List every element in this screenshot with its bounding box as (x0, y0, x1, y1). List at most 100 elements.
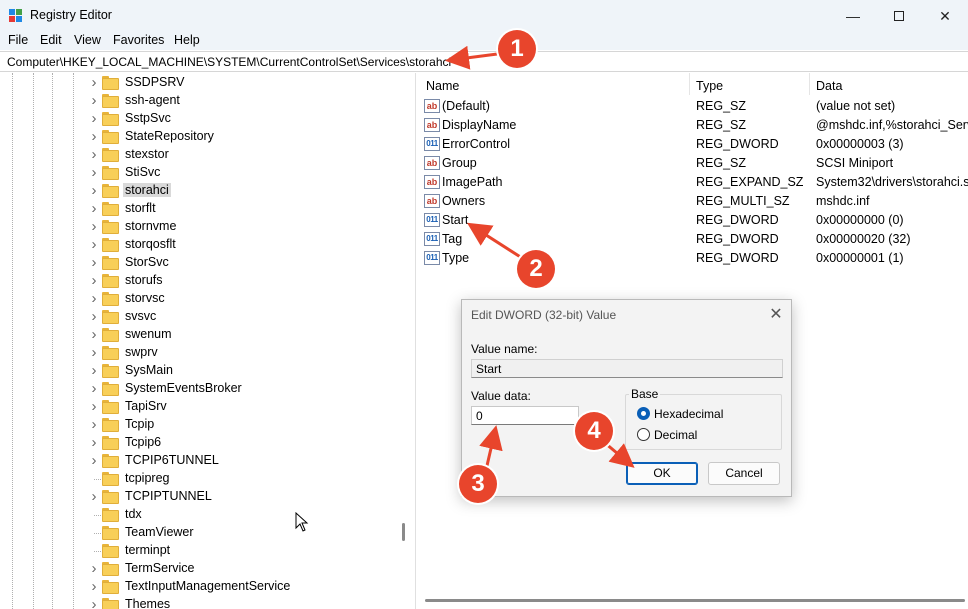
tree-item[interactable]: tdx (0, 506, 400, 524)
tree-item[interactable]: › storahci (0, 182, 400, 200)
tree-item[interactable]: › Tcpip6 (0, 434, 400, 452)
tree-item-label[interactable]: storufs (123, 273, 165, 287)
tree-item-label[interactable]: ssh-agent (123, 93, 182, 107)
menu-file[interactable]: File (8, 33, 28, 47)
tree-item[interactable]: › svsvc (0, 308, 400, 326)
tree-item[interactable]: › TCPIP6TUNNEL (0, 452, 400, 470)
tree-item-label[interactable]: StiSvc (123, 165, 162, 179)
tree-item[interactable]: › SSDPSRV (0, 74, 400, 92)
tree-item-label[interactable]: terminpt (123, 543, 172, 557)
chevron-right-icon[interactable]: › (88, 201, 100, 216)
tree-item[interactable]: › StiSvc (0, 164, 400, 182)
tree-item-label[interactable]: SSDPSRV (123, 75, 187, 89)
chevron-right-icon[interactable]: › (88, 435, 100, 450)
value-name-field[interactable]: Start (471, 359, 783, 378)
tree-item[interactable]: › swprv (0, 344, 400, 362)
tree-item-label[interactable]: StorSvc (123, 255, 171, 269)
tree-item-label[interactable]: StateRepository (123, 129, 216, 143)
list-horizontal-scrollbar-thumb[interactable] (425, 599, 965, 602)
chevron-right-icon[interactable]: › (88, 93, 100, 108)
tree-item[interactable]: › ssh-agent (0, 92, 400, 110)
chevron-right-icon[interactable]: › (88, 219, 100, 234)
tree-item-label[interactable]: Tcpip6 (123, 435, 163, 449)
tree-item-label[interactable]: stexstor (123, 147, 171, 161)
tree-item[interactable]: › SstpSvc (0, 110, 400, 128)
value-row[interactable]: 011 Type REG_DWORD 0x00000001 (1) (419, 249, 968, 268)
tree-item[interactable]: › stexstor (0, 146, 400, 164)
tree-item[interactable]: › swenum (0, 326, 400, 344)
key-tree[interactable]: › SSDPSRV › ssh-agent › SstpSvc › StateReposito… (0, 73, 416, 609)
chevron-right-icon[interactable]: › (88, 291, 100, 306)
hexadecimal-radio[interactable] (637, 407, 650, 420)
tree-item[interactable]: › storqosflt (0, 236, 400, 254)
column-separator[interactable] (689, 73, 690, 95)
chevron-right-icon[interactable]: › (88, 129, 100, 144)
tree-item-label[interactable]: tcpipreg (123, 471, 171, 485)
dialog-close-button[interactable]: ✕ (766, 305, 786, 325)
tree-item-label[interactable]: TeamViewer (123, 525, 196, 539)
tree-scrollbar-thumb[interactable] (402, 523, 405, 541)
close-button[interactable]: ✕ (922, 0, 968, 32)
chevron-right-icon[interactable]: › (88, 255, 100, 270)
decimal-radio[interactable] (637, 428, 650, 441)
tree-item[interactable]: › stornvme (0, 218, 400, 236)
tree-item[interactable]: › TapiSrv (0, 398, 400, 416)
tree-item[interactable]: › TextInputManagementService (0, 578, 400, 596)
chevron-right-icon[interactable]: › (88, 417, 100, 432)
tree-item[interactable]: › TCPIPTUNNEL (0, 488, 400, 506)
tree-item[interactable]: terminpt (0, 542, 400, 560)
tree-item[interactable]: › SystemEventsBroker (0, 380, 400, 398)
tree-item-label[interactable]: storahci (123, 183, 171, 197)
tree-item[interactable]: › SysMain (0, 362, 400, 380)
tree-item-label[interactable]: tdx (123, 507, 144, 521)
tree-item-label[interactable]: swprv (123, 345, 160, 359)
tree-item[interactable]: tcpipreg (0, 470, 400, 488)
chevron-right-icon[interactable]: › (88, 345, 100, 360)
tree-item-label[interactable]: swenum (123, 327, 174, 341)
chevron-right-icon[interactable]: › (88, 183, 100, 198)
tree-item-label[interactable]: svsvc (123, 309, 158, 323)
value-row[interactable]: ab ImagePath REG_EXPAND_SZ System32\drivers… (419, 173, 968, 192)
tree-item-label[interactable]: storflt (123, 201, 158, 215)
menu-help[interactable]: Help (174, 33, 200, 47)
value-row[interactable]: 011 Start REG_DWORD 0x00000000 (0) (419, 211, 968, 230)
tree-item[interactable]: TeamViewer (0, 524, 400, 542)
column-header-name[interactable]: Name (426, 79, 459, 93)
minimize-button[interactable]: — (830, 0, 876, 32)
chevron-right-icon[interactable]: › (88, 309, 100, 324)
chevron-right-icon[interactable]: › (88, 75, 100, 90)
chevron-right-icon[interactable]: › (88, 363, 100, 378)
value-row[interactable]: ab Group REG_SZ SCSI Miniport (419, 154, 968, 173)
tree-item-label[interactable]: stornvme (123, 219, 178, 233)
cancel-button[interactable]: Cancel (708, 462, 780, 485)
tree-item-label[interactable]: TCPIPTUNNEL (123, 489, 214, 503)
tree-item-label[interactable]: Tcpip (123, 417, 156, 431)
chevron-right-icon[interactable]: › (88, 273, 100, 288)
chevron-right-icon[interactable]: › (88, 561, 100, 576)
chevron-right-icon[interactable]: › (88, 597, 100, 609)
value-row[interactable]: ab Owners REG_MULTI_SZ mshdc.inf (419, 192, 968, 211)
value-row[interactable]: 011 ErrorControl REG_DWORD 0x00000003 (3) (419, 135, 968, 154)
maximize-button[interactable] (876, 0, 922, 32)
value-data-field[interactable]: 0 (471, 406, 579, 425)
chevron-right-icon[interactable]: › (88, 327, 100, 342)
value-row[interactable]: 011 Tag REG_DWORD 0x00000020 (32) (419, 230, 968, 249)
tree-item-label[interactable]: TCPIP6TUNNEL (123, 453, 221, 467)
tree-item-label[interactable]: Themes (123, 597, 172, 609)
address-path[interactable]: Computer\HKEY_LOCAL_MACHINE\SYSTEM\Curre… (7, 55, 451, 69)
tree-item-label[interactable]: TextInputManagementService (123, 579, 292, 593)
tree-item-label[interactable]: SystemEventsBroker (123, 381, 244, 395)
tree-item[interactable]: › StateRepository (0, 128, 400, 146)
menu-favorites[interactable]: Favorites (113, 33, 164, 47)
chevron-right-icon[interactable]: › (88, 111, 100, 126)
tree-item-label[interactable]: TermService (123, 561, 196, 575)
tree-item[interactable]: › Tcpip (0, 416, 400, 434)
tree-item-label[interactable]: storvsc (123, 291, 167, 305)
tree-item[interactable]: › storvsc (0, 290, 400, 308)
ok-button[interactable]: OK (626, 462, 698, 485)
value-row[interactable]: ab DisplayName REG_SZ @mshdc.inf,%storahci_… (419, 116, 968, 135)
tree-item-label[interactable]: SysMain (123, 363, 175, 377)
tree-item[interactable]: › Themes (0, 596, 400, 609)
chevron-right-icon[interactable]: › (88, 579, 100, 594)
tree-item-label[interactable]: SstpSvc (123, 111, 173, 125)
